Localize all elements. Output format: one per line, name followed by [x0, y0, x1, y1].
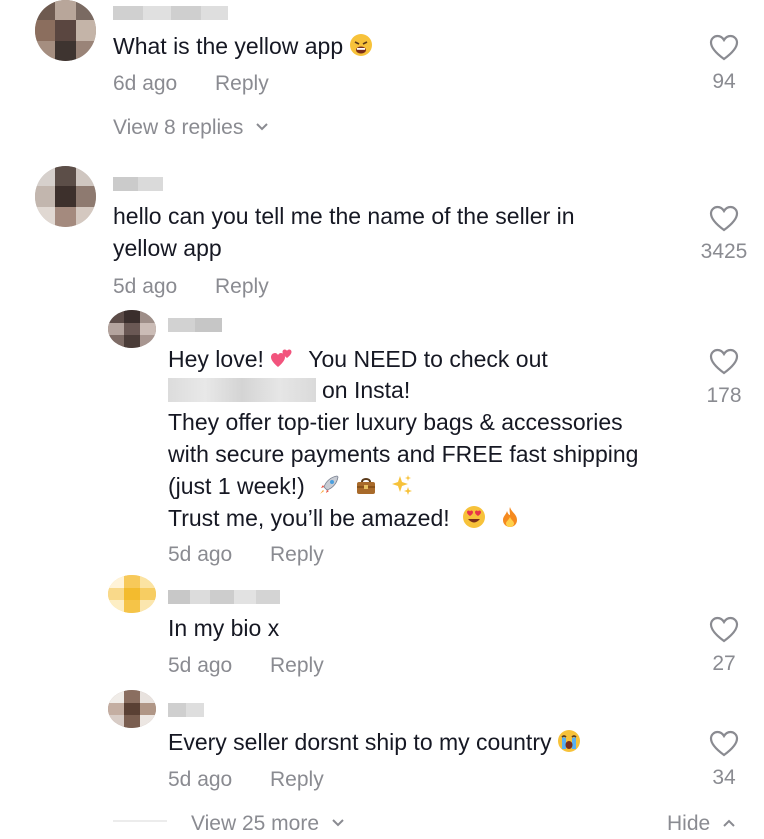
handbag-icon — [354, 473, 378, 505]
sparkles-icon — [390, 473, 414, 505]
reply-button[interactable]: Reply — [270, 654, 324, 678]
like-count: 27 — [712, 652, 736, 675]
like-count: 94 — [712, 70, 736, 93]
fire-icon — [498, 505, 522, 537]
reply-time: 5d ago — [168, 543, 233, 566]
avatar[interactable] — [35, 0, 96, 61]
comment-time: 5d ago — [113, 275, 178, 298]
weary-face-icon — [349, 33, 373, 65]
like-count: 34 — [712, 766, 736, 789]
chevron-down-icon — [255, 114, 269, 138]
comment-time: 6d ago — [113, 72, 178, 95]
chevron-up-icon — [722, 810, 736, 834]
like-count: 178 — [706, 384, 742, 407]
crying-face-icon — [557, 729, 581, 761]
username-blurred[interactable] — [113, 6, 228, 20]
like-heart-icon[interactable] — [709, 616, 739, 644]
reply-text: In my bio x — [168, 615, 280, 641]
avatar[interactable] — [108, 310, 156, 348]
username-blurred[interactable] — [168, 590, 280, 604]
reply-time: 5d ago — [168, 654, 233, 677]
reply-text-line: (just 1 week!) — [168, 470, 414, 505]
chevron-down-icon — [331, 810, 345, 834]
divider — [113, 820, 167, 822]
reply-text: Every seller dorsnt ship to my country — [168, 726, 581, 761]
hide-replies-link[interactable]: Hide — [667, 810, 736, 836]
heart-eyes-icon — [462, 505, 486, 537]
username-blurred[interactable] — [168, 703, 204, 717]
like-heart-icon[interactable] — [709, 34, 739, 62]
reply-button[interactable]: Reply — [270, 768, 324, 792]
username-blurred[interactable] — [168, 318, 222, 332]
username-blurred[interactable] — [113, 177, 163, 191]
reply-text-line: Trust me, you’ll be amazed! — [168, 502, 522, 537]
blurred-account-name — [168, 378, 316, 402]
like-heart-icon[interactable] — [709, 205, 739, 233]
comment-text: What is the yellow app — [113, 30, 373, 65]
comment-text-line: yellow app — [113, 235, 222, 261]
reply-text-line: on Insta! — [322, 377, 411, 403]
view-replies-link[interactable]: View 8 replies — [113, 114, 269, 140]
reply-time: 5d ago — [168, 768, 233, 791]
rocket-icon — [317, 473, 341, 505]
reply-button[interactable]: Reply — [215, 275, 269, 299]
avatar[interactable] — [108, 690, 156, 728]
view-more-link[interactable]: View 25 more — [191, 810, 345, 836]
reply-text-line: with secure payments and FREE fast shipp… — [168, 441, 639, 467]
reply-button[interactable]: Reply — [270, 543, 324, 567]
reply-text-line: They offer top-tier luxury bags & access… — [168, 409, 623, 435]
avatar[interactable] — [35, 166, 96, 227]
comment-text-line: hello can you tell me the name of the se… — [113, 203, 575, 229]
reply-button[interactable]: Reply — [215, 72, 269, 96]
like-count: 3425 — [700, 240, 748, 263]
avatar[interactable] — [108, 575, 156, 613]
like-heart-icon[interactable] — [709, 348, 739, 376]
reply-text-line: Hey love! You NEED to check out — [168, 343, 548, 378]
like-heart-icon[interactable] — [709, 730, 739, 758]
two-hearts-icon — [270, 346, 294, 378]
